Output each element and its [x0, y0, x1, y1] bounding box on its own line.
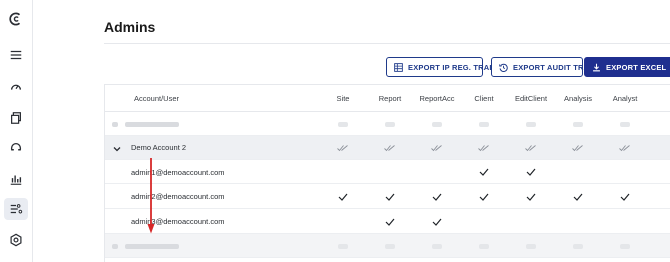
check-icon[interactable]: [573, 193, 583, 201]
export-excel-label: EXPORT EXCEL: [606, 62, 667, 72]
redacted-cell: [573, 244, 583, 249]
check-icon[interactable]: [479, 168, 489, 176]
check-icon[interactable]: [432, 193, 442, 201]
user-email: admin3@demoaccount.com: [131, 217, 225, 226]
table-icon: [394, 62, 403, 72]
check-icon[interactable]: [385, 218, 395, 226]
user-email: admin1@demoaccount.com: [131, 168, 225, 177]
user-row-3[interactable]: admin3@demoaccount.com: [105, 209, 670, 234]
column-header-site[interactable]: Site: [337, 94, 350, 103]
column-header-report[interactable]: Report: [379, 94, 402, 103]
page-title: Admins: [104, 19, 156, 35]
check-icon[interactable]: [338, 193, 348, 201]
redacted-cell: [338, 244, 348, 249]
copy-icon[interactable]: [7, 109, 25, 127]
menu-icon[interactable]: [7, 46, 25, 64]
divider: [104, 43, 670, 44]
column-header-client[interactable]: Client: [474, 94, 493, 103]
partial-check-icon: [525, 145, 536, 152]
column-header-analyst[interactable]: Analyst: [613, 94, 638, 103]
check-icon[interactable]: [620, 193, 630, 201]
redacted-cell: [385, 244, 395, 249]
headset-icon[interactable]: [7, 139, 25, 157]
redacted-cell: [432, 122, 442, 127]
list-settings-icon[interactable]: [4, 198, 28, 220]
account-name: Demo Account 2: [131, 143, 187, 152]
table-header: Account/User Site Report ReportAcc Clien…: [105, 84, 670, 112]
admins-table: Account/User Site Report ReportAcc Clien…: [104, 84, 670, 262]
redacted-cell: [479, 122, 489, 127]
column-header-editclient[interactable]: EditClient: [515, 94, 547, 103]
redacted-cell: [432, 244, 442, 249]
column-header-analysis[interactable]: Analysis: [564, 94, 592, 103]
redacted-cell: [620, 244, 630, 249]
annotation-arrow: [147, 158, 155, 234]
table-row-redacted[interactable]: [105, 234, 670, 258]
partial-check-icon: [384, 145, 395, 152]
redacted-text: [112, 122, 118, 127]
partial-check-icon: [619, 145, 630, 152]
settings-icon[interactable]: [7, 231, 25, 249]
export-audit-trail-button[interactable]: EXPORT AUDIT TRAIL: [491, 57, 596, 77]
partial-check-icon: [337, 145, 348, 152]
redacted-cell: [573, 122, 583, 127]
redacted-cell: [385, 122, 395, 127]
redacted-text: [125, 244, 179, 249]
account-group-row[interactable]: Demo Account 2: [105, 136, 670, 160]
check-icon[interactable]: [432, 218, 442, 226]
redacted-cell: [620, 122, 630, 127]
logo-icon[interactable]: [7, 10, 25, 28]
export-excel-button[interactable]: EXPORT EXCEL: [584, 57, 670, 77]
partial-check-icon: [431, 145, 442, 152]
user-email: admin2@demoaccount.com: [131, 192, 225, 201]
partial-check-icon: [478, 145, 489, 152]
history-icon: [499, 63, 508, 72]
check-icon[interactable]: [385, 193, 395, 201]
redacted-cell: [526, 244, 536, 249]
column-header-reportacc[interactable]: ReportAcc: [419, 94, 454, 103]
partial-check-icon: [572, 145, 583, 152]
gauge-icon[interactable]: [7, 78, 25, 96]
column-header-account-user[interactable]: Account/User: [134, 94, 179, 103]
table-row-redacted[interactable]: [105, 112, 670, 136]
redacted-cell: [338, 122, 348, 127]
redacted-cell: [526, 122, 536, 127]
redacted-cell: [479, 244, 489, 249]
bar-chart-icon[interactable]: [7, 170, 25, 188]
user-row-1[interactable]: admin1@demoaccount.com: [105, 160, 670, 184]
main-content: Admins EXPORT IP REG. TRAIL EXPORT AUDIT…: [33, 0, 670, 262]
chevron-down-icon[interactable]: [113, 146, 121, 152]
check-icon[interactable]: [526, 168, 536, 176]
download-icon: [593, 63, 600, 71]
export-ip-trail-button[interactable]: EXPORT IP REG. TRAIL: [386, 57, 496, 77]
sidebar: [0, 0, 33, 262]
check-icon[interactable]: [479, 193, 489, 201]
check-icon[interactable]: [526, 193, 536, 201]
export-ip-trail-label: EXPORT IP REG. TRAIL: [408, 62, 497, 72]
redacted-text: [125, 122, 179, 127]
redacted-text: [112, 244, 118, 249]
user-row-2[interactable]: admin2@demoaccount.com: [105, 184, 670, 209]
